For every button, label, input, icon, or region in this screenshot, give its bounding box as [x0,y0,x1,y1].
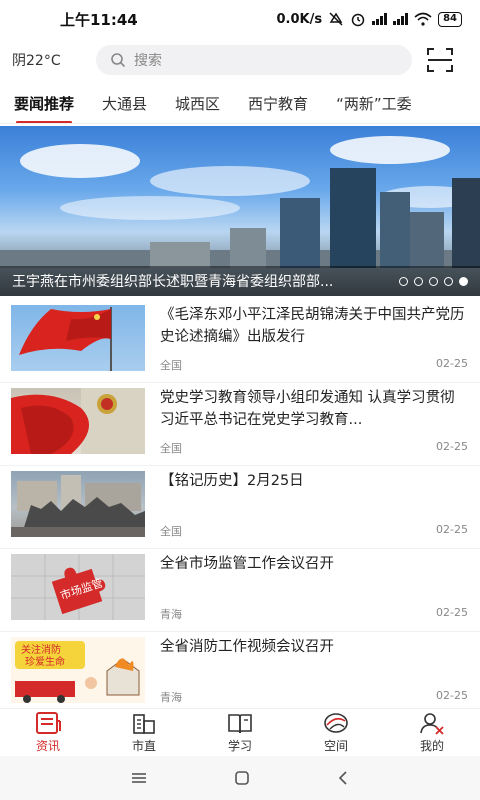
news-item[interactable]: 【铭记历史】2月25日 全国 02-25 [0,466,480,549]
status-time: 上午11:44 [60,10,138,29]
carousel-dot[interactable] [414,276,423,286]
signal-2-icon [393,13,409,25]
news-item[interactable]: 关注消防 珍爱生命 全省消防工作视频会议召开 青海 02-25 [0,632,480,708]
carousel-indicators [399,276,468,286]
profile-icon [420,713,444,735]
news-date: 02-25 [436,689,468,702]
news-title: 【铭记历史】2月25日 [160,473,304,489]
status-bar: 上午11:44 0.0K/s 84 [0,0,480,38]
nav-municipal-label: 市直 [131,739,156,753]
news-meta: 青海 02-25 [160,606,468,622]
scan-icon[interactable] [426,47,454,73]
nav-space-label: 空间 [323,739,348,753]
network-speed: 0.0K/s [276,11,323,27]
news-meta: 全国 02-25 [160,440,468,456]
banner-caption-bar: 王宇燕在市州委组织部长述职暨青海省委组织部部... [0,266,480,296]
nav-profile[interactable]: 我的 [384,709,480,756]
nav-profile-label: 我的 [419,739,444,753]
banner-caption: 王宇燕在市州委组织部长述职暨青海省委组织部部... [12,274,334,290]
nav-study-label: 学习 [227,739,252,753]
category-tabs: 要闻推荐 大通县 城西区 西宁教育 “两新”工委 [0,84,480,124]
search-placeholder: 搜索 [134,53,162,69]
nav-study[interactable]: 学习 [192,709,288,756]
tab-recommended[interactable]: 要闻推荐 [0,84,88,123]
news-list: 《毛泽东邓小平江泽民胡锦涛关于中国共产党历史论述摘编》出版发行 全国 02-25… [0,300,480,708]
news-source: 青海 [160,691,182,704]
tab-xining-education[interactable]: 西宁教育 [234,84,322,123]
news-date: 02-25 [436,440,468,453]
search-icon [111,53,126,68]
weather-label: 阴22°C [12,53,61,69]
system-nav-bar [0,756,480,800]
news-meta: 全国 02-25 [160,523,468,539]
news-title: 党史学习教育领导小组印发通知 认真学习贯彻习近平总书记在党史学习教育... [160,390,455,428]
home-icon[interactable] [234,770,250,786]
battery-icon: 84 [438,11,462,27]
nav-news-label: 资讯 [35,739,60,753]
building-icon [133,714,155,734]
news-title: 《毛泽东邓小平江泽民胡锦涛关于中国共产党历史论述摘编》出版发行 [160,307,465,345]
news-item[interactable]: 党史学习教育领导小组印发通知 认真学习贯彻习近平总书记在党史学习教育... 全国… [0,383,480,466]
nav-news[interactable]: 资讯 [0,709,96,756]
tab-liangxin[interactable]: “两新”工委 [322,84,426,123]
carousel-dot[interactable] [399,276,408,286]
tab-datong[interactable]: 大通县 [88,84,161,123]
news-source: 全国 [160,359,182,372]
search-input[interactable]: 搜索 [96,45,412,75]
status-icons: 0.0K/s 84 [276,11,462,27]
fire-text-2: 珍爱生命 [25,655,65,668]
mute-icon [329,12,343,26]
news-meta: 全国 02-25 [160,357,468,373]
news-thumbnail-fire-safety: 关注消防 珍爱生命 [11,637,145,703]
bottom-nav: 资讯 市直 学习 空间 我的 [0,708,480,756]
tab-chengxi[interactable]: 城西区 [161,84,234,123]
news-title: 全省消防工作视频会议召开 [160,639,334,655]
news-item[interactable]: 市场监管 全省市场监管工作会议召开 青海 02-25 [0,549,480,632]
news-thumbnail-statues [11,471,145,537]
news-source: 全国 [160,525,182,538]
news-icon [36,712,61,734]
news-source: 全国 [160,442,182,455]
news-thumbnail-party-flag [11,388,145,454]
carousel-dot-active[interactable] [459,276,468,286]
carousel-dot[interactable] [429,276,438,286]
news-date: 02-25 [436,606,468,619]
news-thumbnail-flag [11,305,145,371]
nav-municipal[interactable]: 市直 [96,709,192,756]
news-source: 青海 [160,608,182,621]
news-meta: 青海 02-25 [160,689,468,705]
news-thumbnail-puzzle: 市场监管 [11,554,145,620]
menu-icon[interactable] [130,771,148,785]
search-row: 阴22°C 搜索 [0,38,480,82]
alarm-icon [351,13,365,27]
space-icon [324,713,348,733]
back-icon[interactable] [336,770,350,786]
news-date: 02-25 [436,357,468,370]
wifi-icon [414,12,432,26]
fire-text-1: 关注消防 [21,643,61,656]
nav-space[interactable]: 空间 [288,709,384,756]
news-title: 全省市场监管工作会议召开 [160,556,334,572]
banner-carousel[interactable]: 王宇燕在市州委组织部长述职暨青海省委组织部部... [0,126,480,296]
book-icon [228,714,252,734]
signal-1-icon [372,13,388,25]
news-date: 02-25 [436,523,468,536]
news-item[interactable]: 《毛泽东邓小平江泽民胡锦涛关于中国共产党历史论述摘编》出版发行 全国 02-25 [0,300,480,383]
carousel-dot[interactable] [444,276,453,286]
